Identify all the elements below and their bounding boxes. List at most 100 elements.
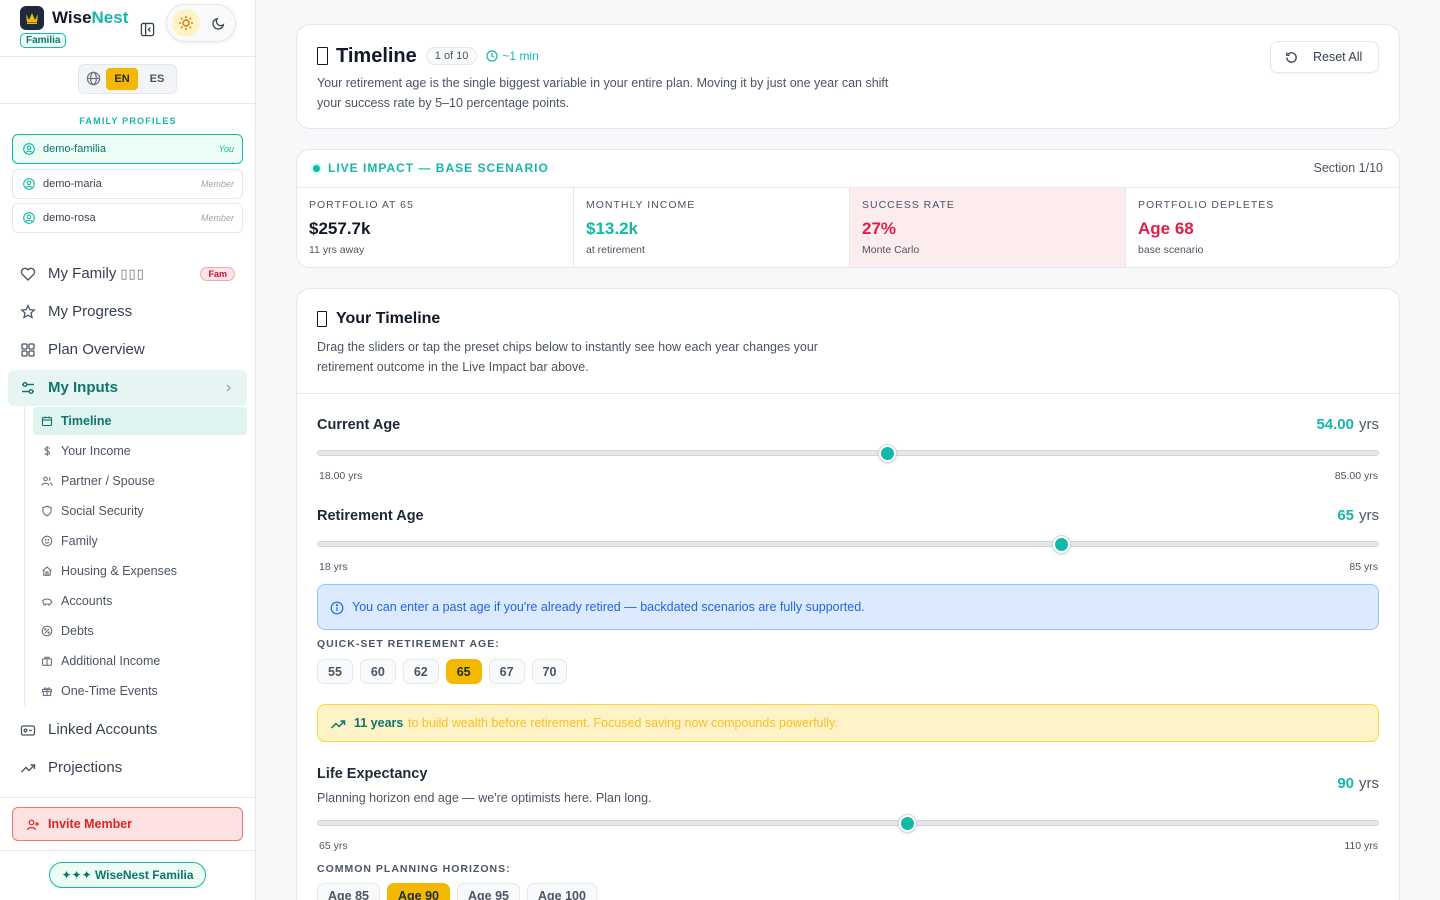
- sidebar-sub-item-accounts[interactable]: Accounts: [33, 587, 247, 615]
- notice-text: to build wealth before retirement. Focus…: [408, 716, 838, 730]
- metric-label: MONTHLY INCOME: [586, 199, 696, 211]
- retirement-age-label: Retirement Age: [317, 508, 424, 524]
- sidebar-sub-item-debts[interactable]: Debts: [33, 617, 247, 645]
- sidebar-sub-item-your-income[interactable]: Your Income: [33, 437, 247, 465]
- invite-member-label: Invite Member: [48, 817, 133, 831]
- profile-demo-rosa[interactable]: demo-rosa Member: [12, 203, 243, 233]
- profile-demo-maria[interactable]: demo-maria Member: [12, 169, 243, 199]
- retirement-age-chip-67[interactable]: 67: [488, 659, 525, 684]
- users-icon: [41, 476, 53, 486]
- submenu-guide: [24, 406, 25, 706]
- live-indicator-icon: [313, 164, 320, 172]
- reset-all-button[interactable]: Reset All: [1270, 41, 1379, 73]
- brand-name[interactable]: WiseNest: [52, 8, 128, 28]
- sub-item-label: Partner / Spouse: [61, 474, 155, 488]
- nav-label: Plan Overview: [48, 341, 145, 358]
- family-badge: Fam: [200, 267, 235, 281]
- metric-value: 27%: [862, 219, 897, 238]
- current-age-label: Current Age: [317, 417, 401, 433]
- nav-my-progress[interactable]: My Progress: [8, 294, 247, 330]
- metric-success-rate: SUCCESS RATE 27% Monte Carlo: [849, 188, 1125, 267]
- nav-label: Projections: [48, 759, 123, 776]
- retirement-age-slider-track[interactable]: [317, 541, 1379, 547]
- sidebar-sub-item-timeline[interactable]: Timeline: [33, 407, 247, 435]
- slider-max-label: 85.00 yrs: [1334, 470, 1378, 482]
- current-age-slider-handle[interactable]: [879, 445, 897, 462]
- life-expectancy-slider-handle[interactable]: [898, 815, 916, 832]
- section-progress: Section 1/10: [1313, 161, 1384, 175]
- nav-label: My Progress: [48, 303, 133, 320]
- invite-member-button[interactable]: Invite Member: [12, 807, 243, 841]
- retirement-age-value: 65 yrs: [1337, 507, 1379, 524]
- retirement-age-chip-55[interactable]: 55: [317, 659, 353, 684]
- metric-monthly-income: MONTHLY INCOME $13.2k at retirement: [573, 188, 849, 267]
- nav-my-family[interactable]: My Family ▯▯▯ Fam: [8, 256, 247, 292]
- metric-value: Age 68: [1138, 219, 1194, 238]
- sidebar-sub-item-family[interactable]: Family: [33, 527, 247, 555]
- family-profiles-title: FAMILY PROFILES: [79, 116, 177, 126]
- nav-projections[interactable]: Projections: [8, 750, 247, 786]
- horizon-chip-age-90[interactable]: Age 90: [387, 883, 450, 900]
- current-age-value: 54.00 yrs: [1316, 416, 1379, 433]
- retirement-age-slider-handle[interactable]: [1053, 536, 1071, 553]
- theme-toggle[interactable]: [166, 4, 236, 42]
- horizon-chip-age-85[interactable]: Age 85: [317, 883, 380, 900]
- planning-horizon-chips: Age 85 Age 90 Age 95 Age 100: [317, 883, 597, 900]
- moon-icon[interactable]: [205, 9, 233, 37]
- slider-min-label: 18.00 yrs: [319, 470, 363, 482]
- sun-icon[interactable]: [172, 9, 200, 37]
- globe-icon: [86, 71, 102, 87]
- your-timeline-card: Your Timeline Drag the sliders or tap th…: [296, 288, 1400, 900]
- profile-demo-familia[interactable]: demo-familia You: [12, 134, 243, 164]
- life-expectancy-slider-track[interactable]: [317, 820, 1379, 826]
- sidebar-sub-item-housing-expenses[interactable]: Housing & Expenses: [33, 557, 247, 585]
- nav-linked-accounts[interactable]: Linked Accounts: [8, 712, 247, 748]
- slider-max-label: 85 yrs: [1349, 561, 1378, 573]
- quick-set-chips: 55 60 62 65 67 70: [317, 659, 568, 684]
- sidebar-sub-item-one-time-events[interactable]: One-Time Events: [33, 677, 247, 705]
- horizon-chip-age-95[interactable]: Age 95: [457, 883, 520, 900]
- info-icon: [330, 601, 344, 615]
- sidebar-sub-item-partner-spouse[interactable]: Partner / Spouse: [33, 467, 247, 495]
- retirement-age-chip-70[interactable]: 70: [531, 659, 568, 684]
- slider-min-label: 18 yrs: [319, 561, 348, 573]
- metric-label: PORTFOLIO DEPLETES: [1138, 199, 1275, 211]
- sub-item-label: Social Security: [61, 504, 144, 518]
- star-icon: [20, 304, 36, 319]
- impact-metrics: PORTFOLIO AT 65 $257.7k 11 yrs away MONT…: [297, 187, 1399, 267]
- missing-glyph-icon: [317, 47, 328, 65]
- nav-my-inputs[interactable]: My Inputs: [8, 370, 247, 406]
- retirement-age-chip-65[interactable]: 65: [445, 659, 482, 684]
- reset-all-label: Reset All: [1313, 50, 1363, 64]
- retirement-age-chip-62[interactable]: 62: [402, 659, 439, 684]
- current-age-slider-track[interactable]: [317, 450, 1379, 456]
- sub-item-label: Timeline: [61, 414, 112, 428]
- user-plus-icon: [26, 819, 39, 831]
- nav-label: Linked Accounts: [48, 721, 158, 738]
- sub-item-label: Additional Income: [61, 654, 161, 668]
- info-text: You can enter a past age if you're alrea…: [352, 600, 865, 614]
- user-circle-icon: [23, 178, 35, 190]
- sidebar-sub-item-additional-income[interactable]: Additional Income: [33, 647, 247, 675]
- language-en-button[interactable]: EN: [106, 68, 138, 90]
- user-circle-icon: [23, 143, 35, 155]
- wealth-building-notice: 11 years to build wealth before retireme…: [317, 704, 1379, 742]
- metric-portfolio-depletes: PORTFOLIO DEPLETES Age 68 base scenario: [1125, 188, 1399, 267]
- nav-plan-overview[interactable]: Plan Overview: [8, 332, 247, 368]
- quick-set-label: QUICK-SET RETIREMENT AGE:: [317, 638, 500, 650]
- planning-horizons-label: COMMON PLANNING HORIZONS:: [317, 863, 511, 875]
- heart-icon: [20, 267, 36, 281]
- brand-tag: Familia: [20, 33, 67, 48]
- metric-label: SUCCESS RATE: [862, 199, 955, 211]
- language-switch: EN ES: [78, 64, 177, 94]
- profile-name: demo-familia: [43, 143, 106, 155]
- horizon-chip-age-100[interactable]: Age 100: [527, 883, 597, 900]
- sidebar-collapse-icon[interactable]: [138, 20, 156, 38]
- backdated-info-box: You can enter a past age if you're alrea…: [317, 584, 1379, 630]
- sidebar-sub-item-social-security[interactable]: Social Security: [33, 497, 247, 525]
- divider: [0, 56, 256, 57]
- life-expectancy-label: Life Expectancy: [317, 766, 428, 782]
- retirement-age-chip-60[interactable]: 60: [359, 659, 396, 684]
- shield-icon: [42, 505, 52, 517]
- language-es-button[interactable]: ES: [141, 68, 173, 90]
